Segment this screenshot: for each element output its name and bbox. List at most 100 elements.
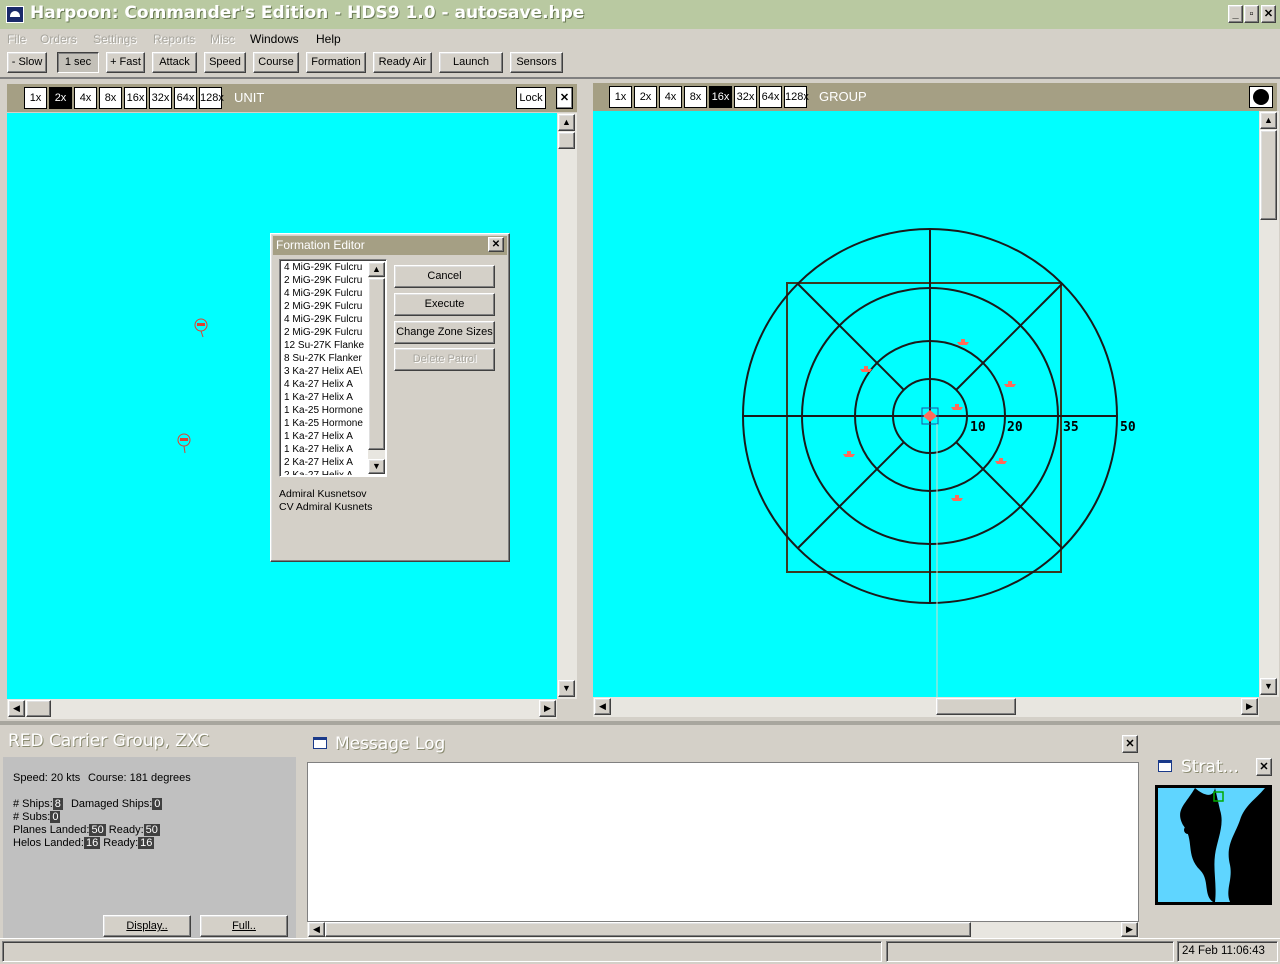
message-log-hscroll[interactable]: ◀ ▶ [307, 922, 1139, 938]
scroll-left-button[interactable]: ◀ [308, 922, 325, 937]
formation-list-scrollbar[interactable]: ▲ ▼ [368, 262, 385, 474]
scroll-down-button[interactable]: ▼ [1260, 678, 1277, 695]
group-map[interactable]: 10 20 35 50 [593, 111, 1259, 697]
menu-reports[interactable]: Reports [153, 32, 195, 46]
unit-map-hscroll[interactable]: ◀ ▶ [7, 699, 557, 719]
unit-map-vscroll[interactable]: ▲ ▼ [557, 113, 577, 699]
scroll-down-button[interactable]: ▼ [558, 680, 575, 697]
maximize-button[interactable]: ▫ [1244, 5, 1259, 23]
scroll-thumb[interactable] [325, 922, 971, 937]
scroll-right-button[interactable]: ▶ [1241, 698, 1258, 715]
list-item[interactable]: 1 Ka-27 Helix A [284, 431, 368, 442]
scroll-thumb[interactable] [26, 700, 51, 717]
list-item[interactable]: 1 Ka-27 Helix A [284, 444, 368, 455]
sensors-button[interactable]: Sensors [510, 52, 563, 73]
fast-button[interactable]: + Fast [106, 52, 145, 73]
scroll-left-button[interactable]: ◀ [594, 698, 611, 715]
zoom-16x-button[interactable]: 16x [709, 86, 732, 108]
attack-button[interactable]: Attack [152, 52, 197, 73]
speed-button[interactable]: Speed [204, 52, 246, 73]
zoom-8x-button[interactable]: 8x [99, 87, 122, 109]
unit-marker[interactable] [194, 318, 208, 338]
list-item[interactable]: 2 MiG-29K Fulcru [284, 275, 368, 286]
list-item[interactable]: 2 MiG-29K Fulcru [284, 301, 368, 312]
menu-misc[interactable]: Misc [210, 32, 235, 46]
list-item[interactable]: 4 Ka-27 Helix A [284, 379, 368, 390]
group-map-hscroll[interactable]: ◀ ▶ [593, 697, 1259, 717]
scroll-thumb[interactable] [936, 698, 1016, 715]
menu-help[interactable]: Help [316, 32, 341, 46]
scroll-down-button[interactable]: ▼ [368, 459, 385, 474]
helos-landed-label: Helos Landed: [13, 837, 84, 849]
list-item[interactable]: 1 Ka-27 Helix A [284, 392, 368, 403]
scroll-up-button[interactable]: ▲ [558, 114, 575, 131]
formation-button[interactable]: Formation [306, 52, 366, 73]
menu-windows[interactable]: Windows [250, 32, 299, 46]
zoom-4x-button[interactable]: 4x [659, 86, 682, 108]
cancel-button[interactable]: Cancel [394, 265, 495, 288]
zoom-128x-button[interactable]: 128x [784, 86, 809, 108]
list-item[interactable]: 8 Su-27K Flanker [284, 353, 368, 364]
zoom-32x-button[interactable]: 32x [149, 87, 172, 109]
scroll-thumb[interactable] [368, 278, 385, 450]
display-button[interactable]: Display.. [103, 915, 191, 937]
list-item[interactable]: 2 Ka-27 Helix A [284, 457, 368, 468]
message-log-close-button[interactable]: ✕ [1122, 735, 1138, 753]
ready-air-button[interactable]: Ready Air [373, 52, 432, 73]
list-item[interactable]: 12 Su-27K Flanke [284, 340, 368, 351]
list-item[interactable]: 2 MiG-29K Fulcru [284, 327, 368, 338]
zoom-1x-button[interactable]: 1x [24, 87, 47, 109]
zoom-8x-button[interactable]: 8x [684, 86, 707, 108]
execute-button[interactable]: Execute [394, 293, 495, 316]
menu-orders[interactable]: Orders [40, 32, 77, 46]
zoom-32x-button[interactable]: 32x [734, 86, 757, 108]
list-item[interactable]: 1 Ka-25 Hormone [284, 405, 368, 416]
slow-button[interactable]: - Slow [7, 52, 47, 73]
delete-patrol-button[interactable]: Delete Patrol [394, 348, 495, 371]
lock-button[interactable]: Lock [516, 87, 546, 109]
message-log-body[interactable] [307, 762, 1139, 922]
unit-pane-close-button[interactable]: ✕ [556, 87, 573, 109]
zoom-16x-button[interactable]: 16x [124, 87, 147, 109]
strat-map-close-button[interactable]: ✕ [1256, 758, 1272, 776]
list-item[interactable]: 3 Ka-27 Helix AE\ [284, 366, 368, 377]
formation-editor-close-button[interactable]: ✕ [488, 237, 504, 252]
change-zone-sizes-button[interactable]: Change Zone Sizes [394, 321, 495, 344]
scroll-up-button[interactable]: ▲ [368, 262, 385, 277]
minimize-button[interactable]: _ [1228, 5, 1243, 23]
zoom-2x-button[interactable]: 2x [49, 87, 72, 109]
scroll-thumb[interactable] [558, 132, 575, 149]
time-step-button[interactable]: 1 sec [57, 52, 99, 73]
menu-file[interactable]: File [7, 32, 26, 46]
course-button[interactable]: Course [253, 52, 299, 73]
zoom-64x-button[interactable]: 64x [759, 86, 782, 108]
zoom-2x-button[interactable]: 2x [634, 86, 657, 108]
strat-map[interactable] [1155, 785, 1272, 905]
menu-settings[interactable]: Settings [93, 32, 136, 46]
record-icon[interactable] [1249, 86, 1273, 108]
unit-info-title: RED Carrier Group, ZXC [8, 731, 210, 751]
game-clock: 24 Feb 11:06:43 [1177, 941, 1278, 962]
scroll-right-button[interactable]: ▶ [1121, 922, 1138, 937]
list-item[interactable]: 1 Ka-25 Hormone [284, 418, 368, 429]
launch-button[interactable]: Launch [439, 52, 503, 73]
group-map-vscroll[interactable]: ▲ ▼ [1259, 111, 1279, 697]
full-button[interactable]: Full.. [200, 915, 288, 937]
list-item[interactable]: 4 MiG-29K Fulcru [284, 314, 368, 325]
list-item[interactable]: 4 MiG-29K Fulcru [284, 288, 368, 299]
unit-marker[interactable] [177, 433, 191, 454]
list-item[interactable]: 4 MiG-29K Fulcru [284, 262, 368, 273]
app-icon[interactable] [6, 6, 24, 23]
formation-unit-list[interactable]: 4 MiG-29K Fulcru 2 MiG-29K Fulcru 4 MiG-… [279, 259, 387, 477]
zoom-64x-button[interactable]: 64x [174, 87, 197, 109]
list-item[interactable]: 2 Ka-27 Helix A [284, 470, 368, 475]
scroll-right-button[interactable]: ▶ [539, 700, 556, 717]
scroll-up-button[interactable]: ▲ [1260, 112, 1277, 129]
zoom-1x-button[interactable]: 1x [609, 86, 632, 108]
zoom-4x-button[interactable]: 4x [74, 87, 97, 109]
window-icon [1158, 760, 1172, 772]
close-button[interactable]: ✕ [1261, 5, 1276, 23]
scroll-left-button[interactable]: ◀ [8, 700, 25, 717]
scroll-thumb[interactable] [1260, 130, 1277, 220]
zoom-128x-button[interactable]: 128x [199, 87, 224, 109]
